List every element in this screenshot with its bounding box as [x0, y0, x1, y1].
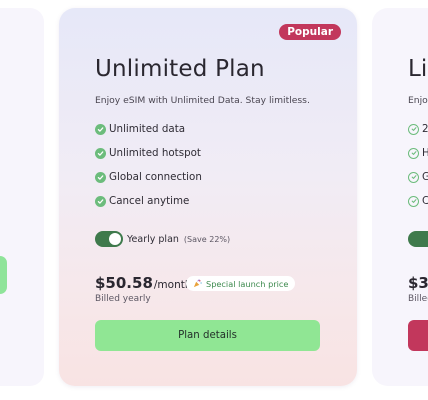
check-circle-icon: [95, 147, 106, 159]
party-popper-icon: [193, 279, 202, 288]
feature-label: Unlimited hotspot: [109, 147, 201, 159]
check-outline-icon: [408, 147, 419, 159]
price-amount: $50.58: [95, 274, 153, 292]
right-plan-subtitle: Enjoy: [408, 95, 428, 106]
right-plan-button[interactable]: [408, 320, 428, 351]
plan-card-left: [0, 8, 44, 386]
check-outline-icon: [408, 123, 419, 135]
check-circle-icon: [95, 123, 106, 135]
promo-text: Special launch price: [206, 278, 289, 289]
promo-badge: Special launch price: [186, 276, 296, 291]
check-circle-icon: [95, 195, 106, 207]
plan-details-button[interactable]: Plan details: [95, 320, 320, 351]
check-outline-icon: [408, 171, 419, 183]
right-billing-note: Billed: [408, 294, 428, 304]
right-feature-item: H: [408, 141, 428, 165]
check-outline-icon: [408, 195, 419, 207]
plan-subtitle: Enjoy eSIM with Unlimited Data. Stay lim…: [95, 95, 310, 106]
yearly-plan-toggle[interactable]: [95, 231, 123, 247]
feature-label: Global connection: [109, 171, 202, 183]
right-price-amount: $38: [408, 274, 428, 292]
save-note: (Save 22%): [183, 234, 231, 244]
feature-item: Unlimited data: [95, 117, 202, 141]
left-plan-details-button[interactable]: [0, 256, 7, 294]
right-yearly-toggle[interactable]: [408, 231, 428, 247]
popular-badge: Popular: [279, 24, 341, 40]
check-circle-icon: [95, 171, 106, 183]
feature-item: Unlimited hotspot: [95, 141, 202, 165]
plan-card-right: Li Enjoy 25 H G: [372, 8, 428, 386]
right-feature-item: G: [408, 165, 428, 189]
right-feature-label: G: [422, 171, 428, 183]
feature-item: Cancel anytime: [95, 189, 202, 213]
feature-item: Global connection: [95, 165, 202, 189]
feature-label: Cancel anytime: [109, 195, 190, 207]
right-feature-item: 25: [408, 117, 428, 141]
pricing-carousel: Popular Unlimited Plan Enjoy eSIM with U…: [0, 0, 428, 400]
right-feature-label: C: [422, 195, 428, 207]
feature-list: Unlimited data Unlimited hotspot Global …: [95, 117, 202, 213]
billing-note: Billed yearly: [95, 294, 151, 304]
feature-label: Unlimited data: [109, 123, 186, 135]
plan-title: Unlimited Plan: [95, 56, 265, 82]
right-feature-label: 25: [422, 123, 428, 135]
right-feature-label: H: [422, 147, 428, 159]
price-row: $50.58 /month: [95, 274, 192, 292]
plan-card-unlimited: Popular Unlimited Plan Enjoy eSIM with U…: [59, 8, 357, 386]
right-feature-item: C: [408, 189, 428, 213]
toggle-knob: [109, 233, 121, 245]
billing-toggle-row: Yearly plan (Save 22%): [95, 231, 230, 247]
toggle-label: Yearly plan: [127, 233, 179, 245]
right-feature-list: 25 H G C: [408, 117, 428, 213]
right-plan-title: Li: [408, 56, 428, 82]
